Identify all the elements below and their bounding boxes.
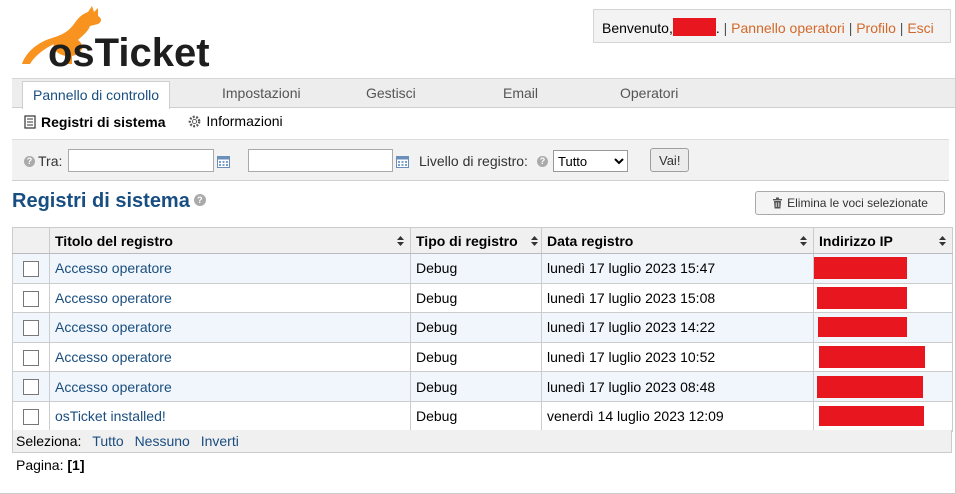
redacted-ip (818, 317, 907, 338)
log-date: venerdì 14 luglio 2023 12:09 (541, 400, 814, 432)
log-date: lunedì 17 luglio 2023 08:48 (541, 371, 814, 402)
filter-bar: ? Tra: Livello di registro: ? Tutto Vai! (12, 139, 949, 181)
log-type: Debug (410, 371, 542, 402)
page: osTicket Benvenuto,. | Pannello operator… (0, 0, 956, 494)
log-title-link[interactable]: osTicket installed! (55, 408, 166, 424)
log-type: Debug (410, 282, 542, 314)
logs-table: Titolo del registro Tipo di registro Dat… (12, 227, 953, 432)
start-date-input[interactable] (68, 149, 214, 172)
logo-text: osTicket (48, 31, 210, 70)
row-checkbox[interactable] (23, 408, 39, 425)
redacted-ip (817, 286, 907, 309)
delete-selected-button[interactable]: Elimina le voci selezionate (755, 191, 945, 215)
gear-icon (189, 115, 201, 127)
sort-icon[interactable] (531, 236, 538, 246)
log-date: lunedì 17 luglio 2023 15:47 (541, 253, 814, 284)
log-type: Debug (410, 253, 542, 284)
redacted-ip (814, 257, 907, 280)
log-type: Debug (410, 312, 542, 343)
redacted-ip (817, 375, 923, 398)
row-checkbox[interactable] (23, 290, 39, 307)
redacted-ip (819, 406, 924, 427)
log-level-select[interactable]: Tutto (553, 150, 628, 172)
row-checkbox[interactable] (23, 379, 39, 396)
help-icon[interactable]: ? (24, 156, 35, 167)
sort-icon[interactable] (800, 236, 807, 246)
welcome-text: Benvenuto, (602, 20, 673, 36)
table-row: osTicket installed! Debug venerdì 14 lug… (12, 400, 953, 432)
subnav-information[interactable]: Informazioni (187, 113, 283, 129)
selection-bar: Seleziona: Tutto Nessuno Inverti (12, 430, 952, 453)
log-title-link[interactable]: Accesso operatore (55, 349, 172, 365)
log-date: lunedì 17 luglio 2023 14:22 (541, 312, 814, 343)
log-title-link[interactable]: Accesso operatore (55, 319, 172, 335)
page-title: Registri di sistema? (12, 190, 206, 213)
select-none-link[interactable]: Nessuno (135, 433, 190, 449)
calendar-icon[interactable] (217, 155, 230, 168)
log-title-link[interactable]: Accesso operatore (55, 290, 172, 306)
user-welcome-box: Benvenuto,. | Pannello operatori | Profi… (593, 9, 951, 43)
subnav-system-logs[interactable]: Registri di sistema (24, 114, 166, 130)
log-type: Debug (410, 400, 542, 432)
redacted-username (672, 18, 716, 36)
end-date-input[interactable] (248, 149, 393, 172)
tab-manage[interactable]: Gestisci (366, 85, 416, 101)
main-nav: Pannello di controllo Impostazioni Gesti… (12, 78, 955, 109)
help-icon[interactable]: ? (193, 194, 206, 206)
column-header-title[interactable]: Titolo del registro (49, 227, 411, 254)
tab-settings[interactable]: Impostazioni (222, 85, 301, 101)
column-header-date[interactable]: Data registro (541, 227, 814, 254)
column-header-ip[interactable]: Indirizzo IP (813, 227, 953, 254)
tab-dashboard[interactable]: Pannello di controllo (22, 81, 171, 109)
table-row: Accesso operatore Debug lunedì 17 luglio… (12, 282, 953, 314)
table-row: Accesso operatore Debug lunedì 17 luglio… (12, 253, 953, 284)
profile-link[interactable]: Profilo (856, 20, 896, 36)
agent-panel-link[interactable]: Pannello operatori (731, 20, 845, 36)
select-column-header (12, 227, 50, 254)
log-title-link[interactable]: Accesso operatore (55, 379, 172, 395)
sub-nav: Registri di sistema Informazioni (24, 113, 301, 133)
select-label: Seleziona: (16, 433, 82, 449)
log-level-label: Livello di registro: (419, 153, 528, 169)
log-type: Debug (410, 341, 542, 373)
redacted-ip (819, 346, 925, 369)
calendar-icon[interactable] (396, 155, 409, 168)
logout-link[interactable]: Esci (907, 20, 933, 36)
log-date: lunedì 17 luglio 2023 15:08 (541, 282, 814, 314)
log-date: lunedì 17 luglio 2023 10:52 (541, 341, 814, 373)
tab-agents[interactable]: Operatori (620, 85, 678, 101)
sort-icon[interactable] (939, 236, 946, 246)
table-header-row: Titolo del registro Tipo di registro Dat… (12, 227, 953, 254)
page-label: Pagina: (16, 457, 64, 473)
row-checkbox[interactable] (23, 320, 39, 337)
go-button[interactable]: Vai! (650, 148, 690, 172)
table-row: Accesso operatore Debug lunedì 17 luglio… (12, 371, 953, 402)
trash-icon (773, 197, 783, 209)
row-checkbox[interactable] (23, 349, 39, 366)
table-row: Accesso operatore Debug lunedì 17 luglio… (12, 341, 953, 373)
current-page[interactable]: [1] (67, 457, 84, 473)
column-header-type[interactable]: Tipo di registro (410, 227, 542, 254)
pagination: Pagina: [1] (16, 457, 85, 473)
row-checkbox[interactable] (23, 260, 39, 277)
between-label: Tra: (38, 153, 63, 169)
select-all-link[interactable]: Tutto (92, 433, 123, 449)
document-icon (24, 114, 36, 129)
sort-icon[interactable] (397, 236, 404, 246)
logo[interactable]: osTicket (12, 2, 212, 70)
tab-email[interactable]: Email (503, 85, 538, 101)
table-row: Accesso operatore Debug lunedì 17 luglio… (12, 312, 953, 343)
select-invert-link[interactable]: Inverti (201, 433, 239, 449)
log-title-link[interactable]: Accesso operatore (55, 260, 172, 276)
help-icon[interactable]: ? (537, 156, 548, 167)
